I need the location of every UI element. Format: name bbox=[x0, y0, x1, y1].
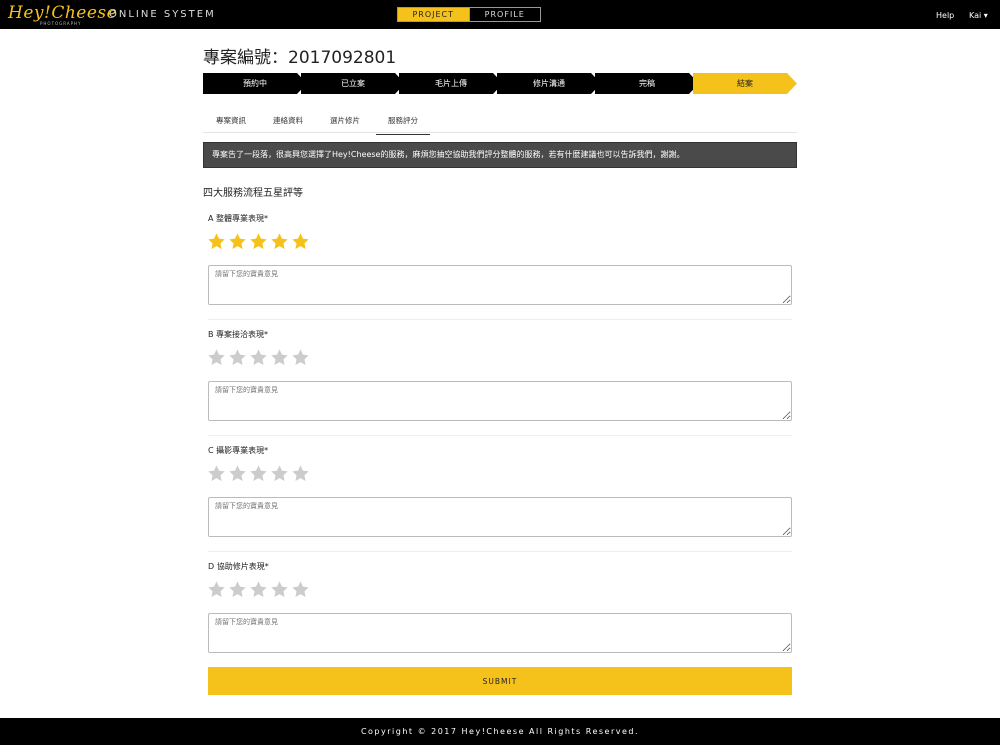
question-a-stars bbox=[207, 232, 310, 251]
tab-photo-select[interactable]: 選片修片 bbox=[330, 115, 360, 126]
star-icon[interactable] bbox=[228, 232, 247, 251]
divider bbox=[208, 319, 792, 320]
question-c-stars bbox=[207, 464, 310, 483]
project-tabs: 專案資訊 連絡資料 選片修片 服務評分 bbox=[203, 110, 797, 135]
nav-profile-button[interactable]: PROFILE bbox=[468, 8, 540, 21]
divider bbox=[208, 551, 792, 552]
user-menu[interactable]: Kai ▾ bbox=[969, 11, 988, 20]
question-d-label: D 協助修片表現* bbox=[208, 562, 269, 571]
star-icon[interactable] bbox=[270, 232, 289, 251]
star-icon[interactable] bbox=[270, 580, 289, 599]
question-b-comment[interactable] bbox=[208, 381, 792, 421]
footer-copyright: Copyright © 2017 Hey!Cheese All Rights R… bbox=[0, 718, 1000, 745]
star-icon[interactable] bbox=[291, 464, 310, 483]
star-icon[interactable] bbox=[228, 580, 247, 599]
step-3: 毛片上傳 bbox=[399, 73, 503, 94]
step-2: 已立案 bbox=[301, 73, 405, 94]
star-icon[interactable] bbox=[228, 464, 247, 483]
notice-banner: 專案告了一段落，很高興您選擇了Hey!Cheese的服務，麻煩您抽空協助我們評分… bbox=[203, 142, 797, 168]
question-a-comment[interactable] bbox=[208, 265, 792, 305]
section-title: 四大服務流程五星評等 bbox=[203, 188, 303, 199]
question-a-label: A 整體專業表現* bbox=[208, 214, 269, 223]
star-icon[interactable] bbox=[207, 232, 226, 251]
star-icon[interactable] bbox=[207, 580, 226, 599]
star-icon[interactable] bbox=[291, 580, 310, 599]
star-icon[interactable] bbox=[207, 464, 226, 483]
submit-button[interactable]: SUBMIT bbox=[208, 667, 792, 695]
question-d-comment[interactable] bbox=[208, 613, 792, 653]
question-b-label: B 專案接洽表現* bbox=[208, 330, 269, 339]
star-icon[interactable] bbox=[291, 232, 310, 251]
star-icon[interactable] bbox=[249, 464, 268, 483]
top-bar: Hey!Cheese PHOTOGRAPHY ONLINE SYSTEM PRO… bbox=[0, 0, 1000, 29]
logo[interactable]: Hey!Cheese bbox=[8, 3, 117, 23]
logo-subtitle: PHOTOGRAPHY bbox=[40, 21, 82, 26]
question-c-label: C 攝影專業表現* bbox=[208, 446, 269, 455]
star-icon[interactable] bbox=[249, 232, 268, 251]
star-icon[interactable] bbox=[270, 464, 289, 483]
question-c-comment[interactable] bbox=[208, 497, 792, 537]
step-4: 修片溝通 bbox=[497, 73, 601, 94]
tab-project-info[interactable]: 專案資訊 bbox=[216, 115, 246, 126]
star-icon[interactable] bbox=[207, 348, 226, 367]
step-5: 完稿 bbox=[595, 73, 699, 94]
star-icon[interactable] bbox=[270, 348, 289, 367]
help-link[interactable]: Help bbox=[936, 11, 954, 20]
tab-service-rating[interactable]: 服務評分 bbox=[376, 115, 430, 135]
tab-contact[interactable]: 連絡資料 bbox=[273, 115, 303, 126]
nav-project-button[interactable]: PROJECT bbox=[398, 8, 469, 21]
star-icon[interactable] bbox=[291, 348, 310, 367]
star-icon[interactable] bbox=[249, 348, 268, 367]
star-icon[interactable] bbox=[249, 580, 268, 599]
divider bbox=[208, 435, 792, 436]
question-b-stars bbox=[207, 348, 310, 367]
page-title: 專案編號：2017092801 bbox=[203, 48, 397, 68]
step-6-active: 結案 bbox=[693, 73, 797, 94]
question-d-stars bbox=[207, 580, 310, 599]
main-nav-switch: PROJECT PROFILE bbox=[397, 7, 541, 22]
progress-steps: 預約中 已立案 毛片上傳 修片溝通 完稿 結案 bbox=[203, 73, 797, 94]
step-1: 預約中 bbox=[203, 73, 307, 94]
system-title: ONLINE SYSTEM bbox=[109, 9, 216, 20]
star-icon[interactable] bbox=[228, 348, 247, 367]
